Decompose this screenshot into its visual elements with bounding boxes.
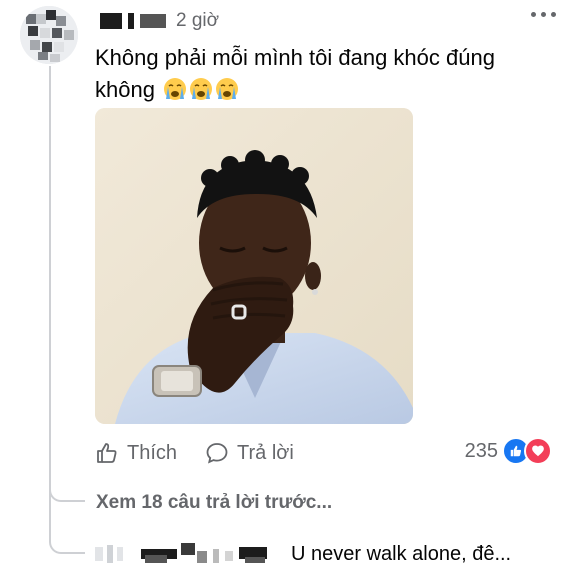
more-options-icon[interactable] bbox=[531, 12, 556, 17]
comment-media-image[interactable] bbox=[95, 108, 413, 424]
reply-preview[interactable]: U never walk alone, đê... bbox=[95, 541, 511, 567]
crying-face-emoji-icon bbox=[216, 78, 239, 100]
reaction-count: 235 bbox=[464, 439, 498, 462]
like-button[interactable]: Thích bbox=[95, 441, 177, 465]
reply-thread-connector bbox=[49, 526, 85, 554]
reply-thread-line bbox=[49, 66, 51, 536]
redacted-author-name[interactable] bbox=[100, 13, 122, 29]
comment-time[interactable]: 2 giờ bbox=[176, 10, 219, 32]
love-reaction-icon bbox=[524, 437, 552, 465]
crying-face-emoji-icon bbox=[190, 78, 213, 100]
reaction-summary[interactable]: 235 bbox=[465, 437, 552, 465]
comment-actions: Thích Trả lời bbox=[95, 441, 322, 465]
speech-bubble-icon bbox=[206, 443, 228, 464]
comment-text: Không phải mỗi mình tôi đang khóc đúng k… bbox=[95, 42, 555, 106]
crying-face-emoji-icon bbox=[164, 78, 187, 100]
emoji-group bbox=[161, 77, 239, 102]
redacted-author-name[interactable] bbox=[140, 14, 166, 28]
reply-button[interactable]: Trả lời bbox=[205, 441, 294, 465]
reply-label: Trả lời bbox=[237, 441, 294, 464]
avatar[interactable] bbox=[20, 6, 78, 64]
reply-text: U never walk alone, đê... bbox=[291, 542, 512, 565]
view-previous-replies-link[interactable]: Xem 18 câu trả lời trước... bbox=[96, 492, 332, 514]
thumbs-up-icon bbox=[97, 443, 117, 463]
censored-avatar-image bbox=[20, 6, 78, 64]
like-label: Thích bbox=[127, 441, 178, 464]
redacted-reply-author bbox=[95, 543, 267, 563]
reply-thread-connector bbox=[49, 474, 85, 502]
comment-header: 2 giờ bbox=[100, 8, 219, 34]
crying-man-photo bbox=[95, 108, 413, 424]
redacted-author-name[interactable] bbox=[128, 13, 134, 29]
comment-body: Không phải mỗi mình tôi đang khóc đúng k… bbox=[95, 45, 495, 102]
